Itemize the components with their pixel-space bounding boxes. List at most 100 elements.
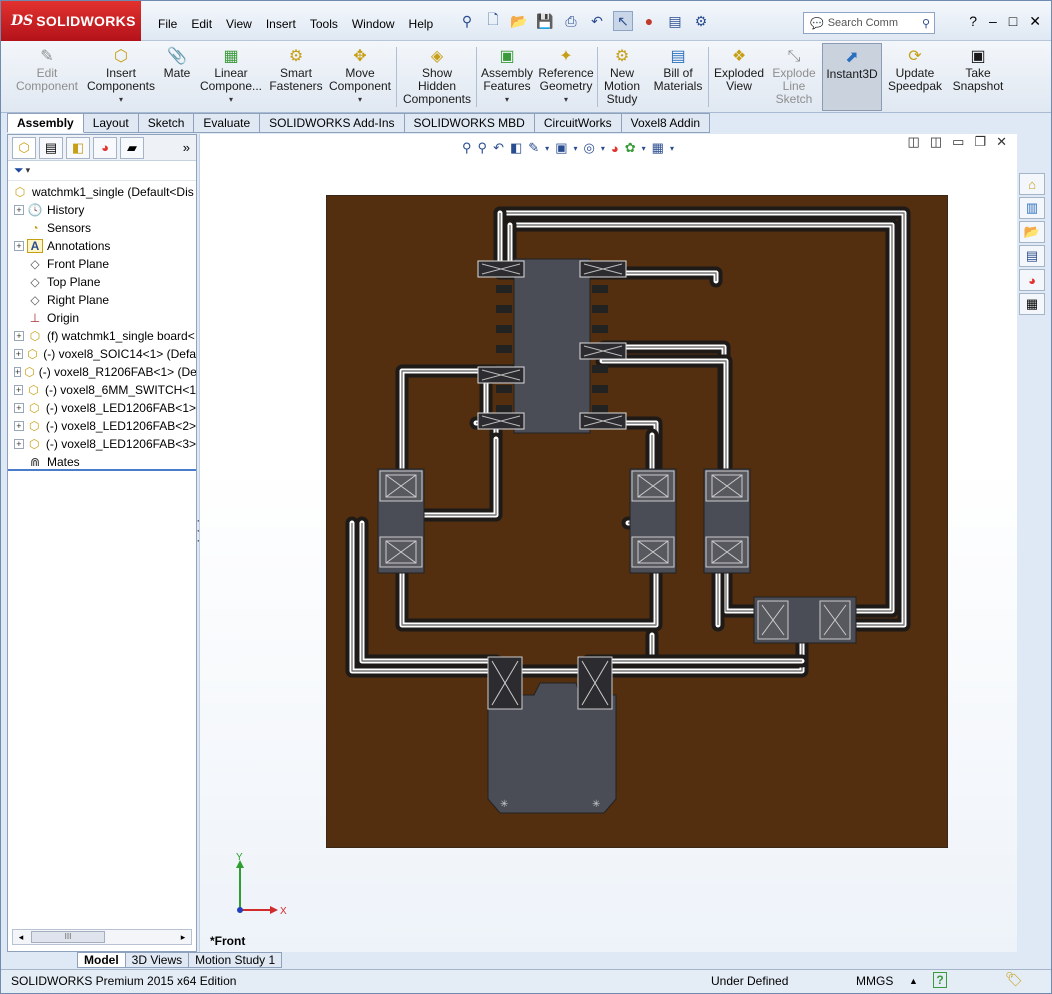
show-hidden-components-button[interactable]: ◈ Show Hidden Components xyxy=(401,43,473,106)
section-view-icon[interactable]: ◧ xyxy=(510,140,522,156)
tab-voxel8-addin[interactable]: Voxel8 Addin xyxy=(621,113,711,133)
open-folder-icon[interactable]: 📂 xyxy=(509,11,529,31)
options-icon[interactable]: ⚙ xyxy=(691,11,711,31)
edit-appearance-icon[interactable]: ◕ xyxy=(611,141,619,156)
menu-view[interactable]: View xyxy=(219,15,259,33)
file-explorer-icon[interactable]: 📂 xyxy=(1019,221,1045,243)
solidworks-resources-icon[interactable]: ⌂ xyxy=(1019,173,1045,195)
tab-circuitworks[interactable]: CircuitWorks xyxy=(534,113,622,133)
more-tabs-icon[interactable]: » xyxy=(183,140,190,155)
scroll-right-icon[interactable]: ▸ xyxy=(175,932,191,943)
expand-icon[interactable]: + xyxy=(14,367,22,377)
view-settings-icon[interactable]: ▦ xyxy=(652,140,664,156)
menu-window[interactable]: Window xyxy=(345,15,402,33)
tree-node[interactable]: ◇ Right Plane xyxy=(8,291,196,309)
graphics-area[interactable]: ⚲ ⚲ ↶ ◧ ✎ ▾ ▣ ▾ ◎ ▾ ◕ ✿ ▾ ▦ ▾ ◫ ◫ ▭ ❐ ✕ … xyxy=(199,134,1017,952)
tree-node[interactable]: + ⬡ (-) voxel8_LED1206FAB<2> xyxy=(8,417,196,435)
tab-layout[interactable]: Layout xyxy=(83,113,139,133)
dropdown-arrow-icon[interactable]: ▾ xyxy=(85,93,157,106)
reference-geometry-button[interactable]: ✦ Reference Geometry ▾ xyxy=(537,43,595,106)
dropdown-arrow-icon[interactable]: ▾ xyxy=(545,144,549,153)
dropdown-arrow-icon[interactable]: ▾ xyxy=(537,93,595,106)
tab-motion-study-1[interactable]: Motion Study 1 xyxy=(188,952,283,968)
undo-icon[interactable]: ↶ xyxy=(587,11,607,31)
print-icon[interactable]: ⎙ xyxy=(561,11,581,31)
tab-solidworks-add-ins[interactable]: SOLIDWORKS Add-Ins xyxy=(260,113,405,133)
tab-sketch[interactable]: Sketch xyxy=(138,113,195,133)
feature-manager-tab-icon[interactable]: ⬡ xyxy=(12,136,36,159)
display-style-icon[interactable]: ◎ xyxy=(584,140,595,156)
dropdown-arrow-icon[interactable]: ▾ xyxy=(197,93,265,106)
expand-icon[interactable]: + xyxy=(14,403,24,413)
menu-help[interactable]: Help xyxy=(402,15,441,33)
tree-rollback-bar[interactable] xyxy=(8,469,196,471)
help-icon[interactable]: ? xyxy=(969,13,977,30)
tree-node[interactable]: + ⬡ (-) voxel8_LED1206FAB<3> xyxy=(8,435,196,453)
tab-evaluate[interactable]: Evaluate xyxy=(194,113,261,133)
assembly-features-button[interactable]: ▣ Assembly Features ▾ xyxy=(479,43,535,106)
display-manager-tab-icon[interactable]: ◕ xyxy=(93,136,117,159)
property-manager-tab-icon[interactable]: ▤ xyxy=(39,136,63,159)
exploded-view-button[interactable]: ❖ Exploded View xyxy=(711,43,767,93)
tree-node[interactable]: ◇ Front Plane xyxy=(8,255,196,273)
tab-model[interactable]: Model xyxy=(77,952,126,968)
move-component-button[interactable]: ✥ Move Component ▾ xyxy=(327,43,393,106)
expand-icon[interactable]: + xyxy=(14,241,24,251)
scroll-left-icon[interactable]: ◂ xyxy=(13,932,29,943)
update-speedpak-button[interactable]: ⟳ Update Speedpak xyxy=(885,43,945,93)
unit-system[interactable]: MMGS xyxy=(856,974,893,988)
expand-icon[interactable]: + xyxy=(14,439,24,449)
doc-close-icon[interactable]: ✕ xyxy=(996,134,1007,150)
restore-icon[interactable]: □ xyxy=(1009,13,1017,30)
tab-assembly[interactable]: Assembly xyxy=(7,113,84,133)
filter-dropdown-icon[interactable]: ▾ xyxy=(26,165,31,176)
dropdown-arrow-icon[interactable]: ▾ xyxy=(327,93,393,106)
filter-icon[interactable]: ⏷ xyxy=(14,163,24,178)
pcb-board-model[interactable]: ✳ ✳ xyxy=(326,195,948,848)
zoom-to-area-icon[interactable]: ⚲ xyxy=(478,140,488,156)
zoom-to-fit-icon[interactable]: ⚲ xyxy=(462,140,472,156)
dropdown-arrow-icon[interactable]: ▾ xyxy=(479,93,535,106)
take-snapshot-button[interactable]: ▣ Take Snapshot xyxy=(947,43,1009,93)
tree-node[interactable]: ◔ Sensors xyxy=(8,219,196,237)
split-view-right-icon[interactable]: ◫ xyxy=(930,134,942,150)
solidworks-logo[interactable]: DS SOLIDWORKS xyxy=(1,1,141,41)
doc-minimize-icon[interactable]: ▭ xyxy=(952,134,964,150)
tree-node[interactable]: + ⬡ (f) watchmk1_single board< xyxy=(8,327,196,345)
tree-node[interactable]: ◇ Top Plane xyxy=(8,273,196,291)
circuitworks-tab-icon[interactable]: ▰ xyxy=(120,136,144,159)
dropdown-arrow-icon[interactable]: ▾ xyxy=(642,144,646,153)
view-palette-icon[interactable]: ▤ xyxy=(1019,245,1045,267)
doc-restore-icon[interactable]: ❐ xyxy=(974,134,986,150)
rebuild-traffic-light-icon[interactable]: ● xyxy=(639,11,659,31)
apply-scene-icon[interactable]: ✿ xyxy=(625,140,636,156)
appearances-icon[interactable]: ◕ xyxy=(1019,269,1045,291)
configuration-manager-tab-icon[interactable]: ◧ xyxy=(66,136,90,159)
tree-node[interactable]: + ⬡ (-) voxel8_SOIC14<1> (Defa xyxy=(8,345,196,363)
tree-node[interactable]: + A Annotations xyxy=(8,237,196,255)
quick-tips-help-icon[interactable]: ? xyxy=(933,972,947,988)
bill-of-materials-button[interactable]: ▤ Bill of Materials xyxy=(649,43,707,93)
menu-insert[interactable]: Insert xyxy=(259,15,303,33)
linear-pattern-button[interactable]: ▦ Linear Compone... ▾ xyxy=(197,43,265,106)
expand-icon[interactable]: + xyxy=(14,385,24,395)
scroll-thumb[interactable]: III xyxy=(31,931,105,943)
tree-node[interactable]: + ⬡ (-) voxel8_R1206FAB<1> (De xyxy=(8,363,196,381)
dynamic-annotation-icon[interactable]: ✎ xyxy=(528,140,539,156)
tree-root[interactable]: ⬡ watchmk1_single (Default<Dis xyxy=(8,183,196,201)
tree-node[interactable]: + 🕓 History xyxy=(8,201,196,219)
close-icon[interactable]: ✕ xyxy=(1029,13,1041,30)
explode-line-sketch-button[interactable]: ⤡ Explode Line Sketch xyxy=(767,43,821,106)
expand-icon[interactable]: + xyxy=(14,331,24,341)
dropdown-arrow-icon[interactable]: ▾ xyxy=(573,144,577,153)
expand-icon[interactable]: + xyxy=(14,349,23,359)
view-orientation-icon[interactable]: ▣ xyxy=(555,140,567,156)
tag-icon[interactable]: 🏷 xyxy=(1005,971,1023,988)
instant3d-button[interactable]: ⬈ Instant3D xyxy=(822,43,882,111)
tab-3d-views[interactable]: 3D Views xyxy=(124,952,190,968)
new-document-icon[interactable]: 🗋 xyxy=(483,11,503,31)
previous-view-icon[interactable]: ↶ xyxy=(493,140,504,156)
tree-node[interactable]: + ⬡ (-) voxel8_6MM_SWITCH<1 xyxy=(8,381,196,399)
new-motion-study-button[interactable]: ⚙ New Motion Study xyxy=(599,43,645,106)
insert-components-button[interactable]: ⬡ Insert Components ▾ xyxy=(85,43,157,106)
